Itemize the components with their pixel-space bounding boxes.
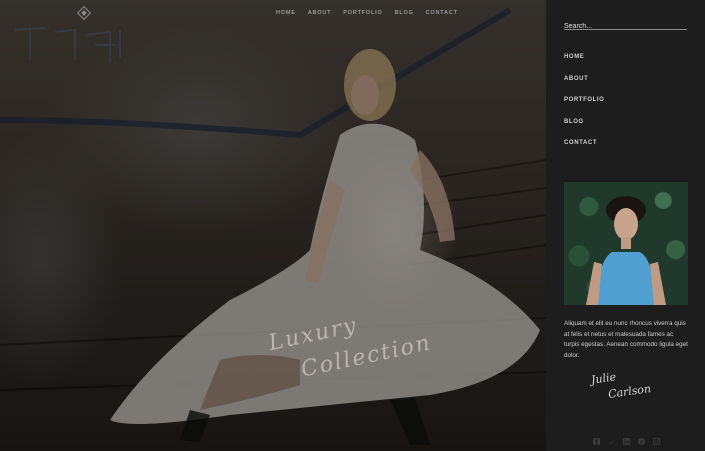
top-nav-contact[interactable]: CONTACT (426, 10, 458, 16)
linkedin-icon[interactable] (622, 437, 630, 445)
instagram-icon[interactable] (652, 437, 660, 445)
hero-dark-overlay (0, 0, 546, 451)
sidebar-item-blog[interactable]: BLOG (564, 119, 604, 141)
signature-last-name: Carlson (607, 382, 652, 401)
sidebar-item-portfolio[interactable]: PORTFOLIO (564, 97, 604, 119)
search-input[interactable] (564, 19, 687, 34)
signature-first-name: Julie (590, 370, 617, 387)
author-portrait (564, 182, 688, 305)
sidebar-item-contact[interactable]: CONTACT (564, 140, 604, 162)
top-nav-about[interactable]: ABOUT (308, 10, 332, 16)
twitter-icon[interactable] (607, 437, 615, 445)
top-nav-home[interactable]: HOME (276, 10, 296, 16)
sidebar-menu: HOME ABOUT PORTFOLIO BLOG CONTACT (564, 54, 604, 162)
hero-image: HOME ABOUT PORTFOLIO BLOG CONTACT Luxury… (0, 0, 546, 451)
facebook-icon[interactable] (592, 437, 600, 445)
author-portrait-figure (586, 196, 666, 305)
sidebar: HOME ABOUT PORTFOLIO BLOG CONTACT Aliqua… (546, 0, 705, 451)
sidebar-item-about[interactable]: ABOUT (564, 76, 604, 98)
top-navigation: HOME ABOUT PORTFOLIO BLOG CONTACT (276, 10, 458, 16)
author-bio: Aliquam et elit eu nunc rhoncus viverra … (564, 320, 688, 359)
search-box (564, 15, 687, 34)
top-nav-portfolio[interactable]: PORTFOLIO (343, 10, 382, 16)
sidebar-item-home[interactable]: HOME (564, 54, 604, 76)
social-links (592, 437, 660, 445)
pinterest-icon[interactable] (637, 437, 645, 445)
top-nav-blog[interactable]: BLOG (395, 10, 414, 16)
